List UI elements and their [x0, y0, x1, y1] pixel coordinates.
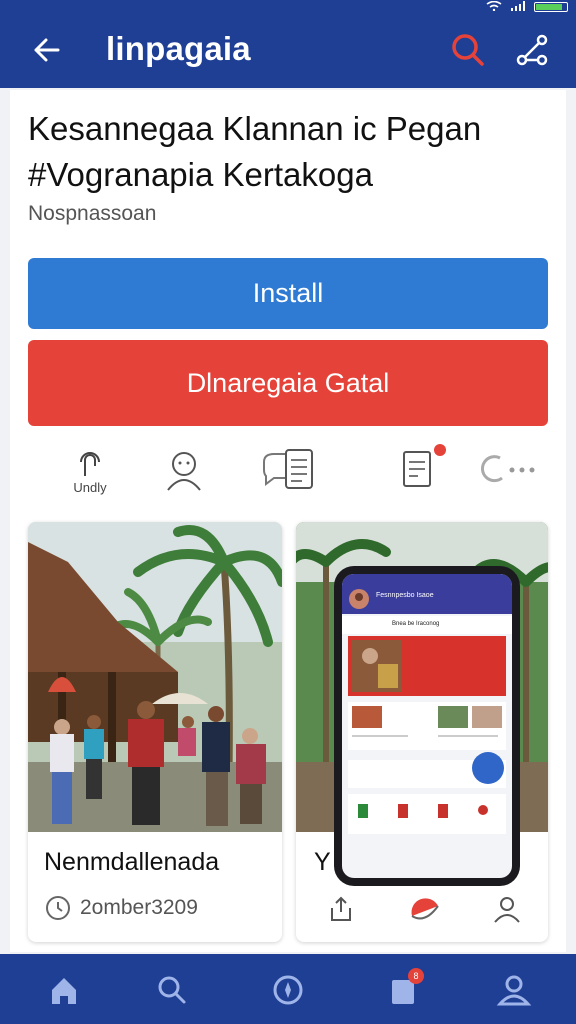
phone-screen: Fesnnpesbo Isaoe Bnea be Iraconog [342, 574, 512, 878]
share-button[interactable] [512, 30, 552, 70]
action-gesture[interactable]: Undly [50, 440, 130, 510]
search-icon [158, 976, 186, 1004]
phone-app-bar: Fesnnpesbo Isaoe [342, 574, 512, 614]
phone-subbar: Bnea be Iraconog [342, 616, 512, 634]
secondary-action-button[interactable]: Dlnaregaia Gatal [28, 340, 548, 426]
subtitle: Nospnassoan [28, 202, 157, 225]
install-button[interactable]: Install [28, 258, 548, 329]
share-icon [516, 34, 548, 66]
phone-thumbnails [348, 702, 506, 750]
action-more[interactable] [468, 440, 548, 510]
app-title: linpagaia [106, 30, 251, 67]
notification-badge: 8 [408, 968, 424, 984]
action-document[interactable] [378, 440, 458, 510]
market-photo [28, 522, 282, 832]
phone-banner [348, 636, 506, 696]
phone-bottom-tabs [348, 794, 506, 834]
home-icon [52, 978, 76, 1004]
signal-icon [510, 0, 526, 14]
card-meta: 2omber3209 [44, 894, 198, 922]
phone-mockup: Fesnnpesbo Isaoe Bnea be Iraconog [334, 566, 520, 886]
share-button[interactable] [326, 894, 356, 929]
more-chat-icon [481, 455, 535, 483]
title-line-2: #Vogranapia Kertakoga [28, 156, 373, 193]
chart-button[interactable] [408, 894, 442, 929]
content-card[interactable]: Fesnnpesbo Isaoe Bnea be Iraconog Y [296, 522, 548, 942]
search-icon [452, 34, 484, 66]
user-icon [494, 897, 520, 923]
gesture-icon [80, 452, 100, 476]
action-label: Undly [73, 480, 107, 495]
user-button[interactable] [492, 894, 522, 929]
action-person[interactable] [144, 440, 224, 510]
phone-app-title: Fesnnpesbo Isaoe [376, 592, 434, 599]
compass-icon [273, 975, 303, 1005]
action-row: Undly [28, 440, 548, 510]
page-title: Kesannegaa Klannan ic Pegan #Vogranapia … [28, 106, 548, 198]
card-actions [296, 888, 548, 932]
share-icon [331, 896, 351, 921]
main-card: Kesannegaa Klannan ic Pegan #Vogranapia … [10, 90, 566, 952]
nav-home[interactable] [44, 970, 84, 1010]
nav-notifications[interactable]: 8 [384, 968, 424, 1010]
status-bar [0, 0, 576, 14]
nav-search[interactable] [152, 970, 192, 1010]
document-icon [403, 451, 431, 487]
app-bar: linpagaia [0, 14, 576, 88]
person-icon [167, 452, 201, 491]
chat-list-icon [263, 449, 313, 489]
clock-icon [46, 896, 70, 920]
document-badge [434, 444, 446, 456]
nav-profile[interactable] [494, 970, 534, 1010]
wifi-icon [486, 0, 502, 14]
avatar [349, 589, 369, 609]
phone-fab [472, 752, 504, 784]
pie-icon [411, 898, 439, 920]
bottom-nav: 8 [0, 954, 576, 1024]
title-line-1: Kesannegaa Klannan ic Pegan [28, 110, 482, 147]
search-button[interactable] [448, 30, 488, 70]
battery-icon [534, 2, 568, 12]
arrow-back-icon [34, 38, 60, 62]
nav-explore[interactable] [268, 970, 308, 1010]
content-card[interactable]: Nenmdallenada 2omber3209 [28, 522, 282, 942]
back-button[interactable] [28, 32, 68, 68]
card-title: Y [314, 848, 331, 876]
phone-subtitle: Bnea be Iraconog [392, 621, 440, 627]
card-title: Nenmdallenada [44, 848, 220, 876]
profile-icon [496, 975, 532, 1006]
action-chat-list[interactable] [248, 440, 328, 510]
card-date: 2omber3209 [80, 896, 198, 919]
